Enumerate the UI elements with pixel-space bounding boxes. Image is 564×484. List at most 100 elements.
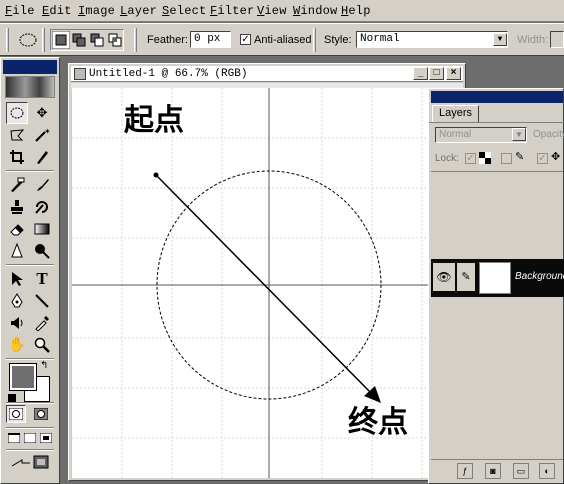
toolbox-titlebar[interactable]: [3, 60, 57, 74]
quick-mask-button[interactable]: [31, 405, 51, 423]
menu-select[interactable]: Select: [162, 4, 206, 18]
lock-pixels-checkbox[interactable]: [501, 153, 512, 164]
fx-icon: ƒ: [462, 466, 468, 476]
type-tool[interactable]: T: [31, 268, 53, 290]
blend-mode-value: Normal: [439, 129, 472, 140]
visibility-eye-icon[interactable]: 👁: [433, 263, 455, 291]
layers-titlebar[interactable]: [431, 91, 563, 103]
hand-icon: ✋: [8, 337, 26, 353]
style-select[interactable]: Normal ▼: [356, 31, 508, 48]
document-title: Untitled-1 @ 66.7% (RGB): [89, 68, 248, 80]
blend-mode-select[interactable]: Normal ▼: [435, 127, 527, 143]
layers-palette: Layers Normal ▼ Opacity Lock: ✓ ✎ ✓ ✥ 👁 …: [428, 88, 564, 484]
hand-tool[interactable]: ✋: [6, 334, 28, 356]
chevron-down-icon[interactable]: ▼: [512, 128, 526, 141]
gradient-tool[interactable]: [31, 218, 53, 240]
slice-tool[interactable]: [31, 146, 53, 168]
default-colors-icon[interactable]: [8, 394, 16, 402]
brush-icon: [37, 179, 49, 191]
blur-tool[interactable]: [6, 240, 28, 262]
lock-label: Lock:: [435, 153, 459, 164]
move-lock-icon: ✥: [551, 151, 561, 163]
anti-aliased-checkbox[interactable]: ✓: [240, 34, 251, 45]
palette-divider: [431, 171, 563, 172]
menu-view[interactable]: View: [257, 4, 287, 18]
layers-footer: ƒ ◙ ▭ ◐: [431, 459, 563, 481]
full-screen-menu-button[interactable]: [22, 430, 38, 446]
new-set-button[interactable]: ▭: [513, 463, 529, 479]
move-tool[interactable]: ✥: [31, 102, 53, 124]
standard-mode-button[interactable]: [6, 405, 26, 423]
toolbox-separator: [6, 264, 54, 266]
elliptical-marquee-preset-icon[interactable]: [17, 32, 39, 48]
svg-text:✶: ✶: [44, 127, 50, 136]
lock-transparency-icon: [479, 152, 491, 164]
options-bar: Feather: 0 px ✓ Anti-aliased Style: Norm…: [0, 23, 564, 56]
dodge-tool[interactable]: [31, 240, 53, 262]
brush-link-icon[interactable]: ✎: [457, 263, 475, 291]
menu-window[interactable]: Window: [293, 4, 337, 18]
standard-screen-button[interactable]: [6, 430, 22, 446]
jump-to-imageready-button[interactable]: [6, 452, 54, 472]
dodge-icon: [35, 244, 50, 259]
full-screen-button[interactable]: [38, 430, 54, 446]
maximize-button[interactable]: □: [429, 67, 444, 80]
lasso-tool[interactable]: [6, 124, 28, 146]
adjustment-layer-button[interactable]: ◐: [539, 463, 555, 479]
menu-image[interactable]: Image: [78, 4, 115, 18]
line-tool[interactable]: [31, 290, 53, 312]
notes-tool[interactable]: [6, 312, 28, 334]
layer-row-background[interactable]: 👁 ✎ Background: [431, 259, 564, 297]
layers-tab[interactable]: Layers: [432, 105, 480, 123]
options-grip[interactable]: [6, 28, 9, 52]
toolbox-logo[interactable]: [5, 76, 55, 98]
eraser-tool[interactable]: [6, 218, 28, 240]
menu-filter[interactable]: Filter: [210, 4, 254, 18]
style-select-value: Normal: [360, 33, 400, 45]
history-brush-tool[interactable]: [31, 196, 53, 218]
mask-icon: ◙: [490, 466, 496, 476]
pen-tool[interactable]: [6, 290, 28, 312]
clone-stamp-tool[interactable]: [6, 196, 28, 218]
healing-brush-tool[interactable]: [6, 174, 28, 196]
crop-tool[interactable]: [6, 146, 28, 168]
magic-wand-tool[interactable]: ✶: [31, 124, 53, 146]
minimize-icon: _: [417, 67, 424, 78]
menu-edit[interactable]: Edit: [42, 4, 72, 18]
lock-position-checkbox[interactable]: ✓: [537, 153, 548, 164]
minimize-button[interactable]: _: [413, 67, 428, 80]
end-label: 终点: [348, 405, 408, 440]
magic-wand-icon: ✶: [35, 127, 50, 142]
lock-transparency-checkbox[interactable]: ✓: [465, 153, 476, 164]
chevron-down-icon[interactable]: ▼: [493, 33, 507, 46]
new-selection-icon[interactable]: [52, 31, 70, 49]
path-selection-tool[interactable]: [6, 268, 28, 290]
swap-colors-icon[interactable]: ↰: [40, 360, 48, 371]
layer-style-button[interactable]: ƒ: [457, 463, 473, 479]
quick-mask-icon: [34, 408, 48, 420]
tab-divider: [429, 122, 564, 123]
menu-layer[interactable]: Layer: [120, 4, 157, 18]
canvas[interactable]: 起点 终点: [72, 88, 462, 478]
elliptical-marquee-tool[interactable]: [6, 102, 28, 124]
eraser-icon: [10, 224, 24, 236]
maximize-icon: □: [433, 67, 440, 78]
brush-tool[interactable]: [31, 174, 53, 196]
toolbox-separator: [6, 170, 54, 172]
elliptical-marquee-icon: [10, 107, 24, 119]
intersect-selection-icon[interactable]: [106, 31, 124, 49]
document-titlebar[interactable]: Untitled-1 @ 66.7% (RGB) _ □ ×: [71, 66, 463, 82]
document-window: Untitled-1 @ 66.7% (RGB) _ □ × 起点 终点: [68, 63, 466, 481]
width-input[interactable]: [550, 31, 564, 48]
add-selection-icon[interactable]: [70, 31, 88, 49]
menu-file[interactable]: File: [5, 4, 35, 18]
add-mask-button[interactable]: ◙: [485, 463, 501, 479]
subtract-selection-icon[interactable]: [88, 31, 106, 49]
menu-help[interactable]: Help: [341, 4, 371, 18]
gradient-icon: [34, 223, 50, 235]
close-button[interactable]: ×: [446, 67, 461, 80]
foreground-color-swatch[interactable]: [9, 363, 37, 391]
eyedropper-tool[interactable]: [31, 312, 53, 334]
feather-input[interactable]: 0 px: [190, 31, 231, 48]
zoom-tool[interactable]: [31, 334, 53, 356]
